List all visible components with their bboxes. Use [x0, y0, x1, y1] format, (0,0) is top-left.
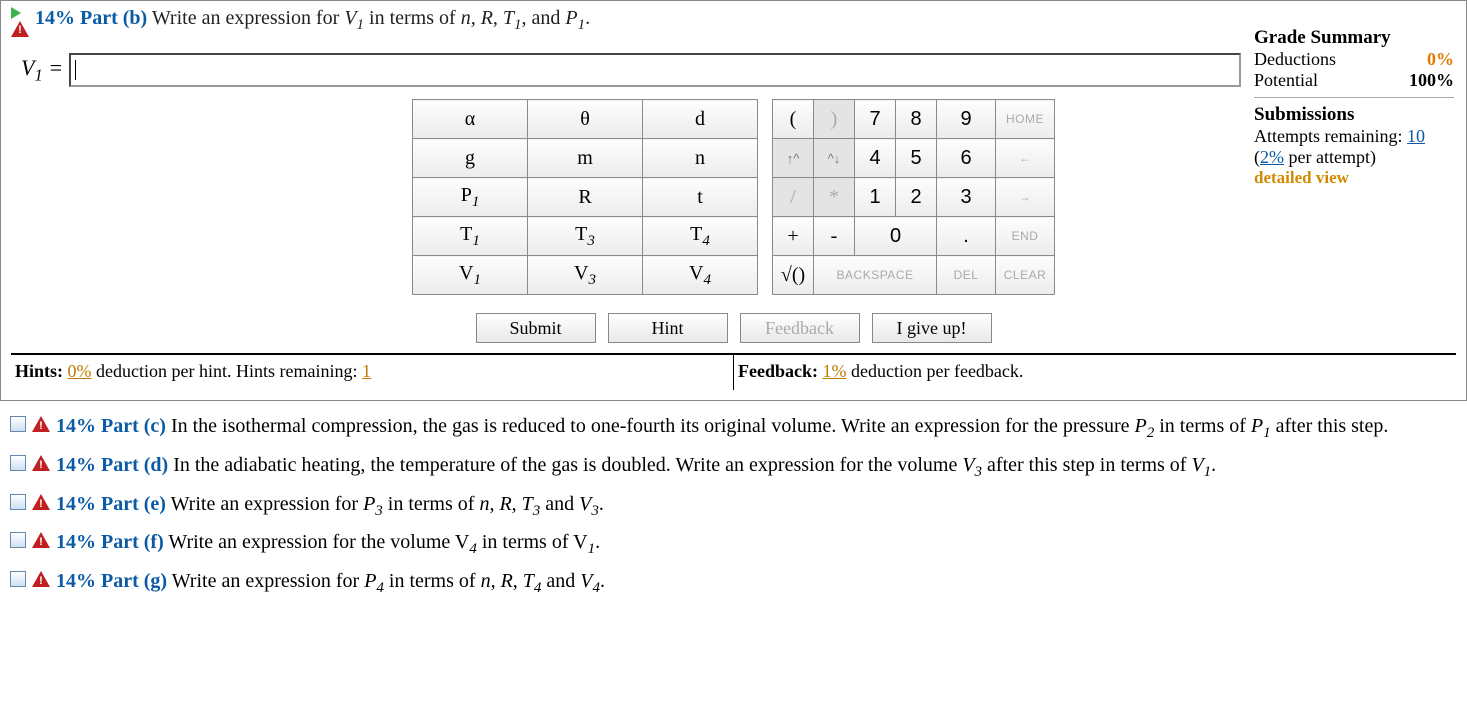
deductions-value: 0%: [1427, 49, 1454, 70]
key-v3[interactable]: V3: [528, 256, 643, 295]
part-g-text: Write an expression for P4 in terms of n…: [167, 570, 605, 592]
warning-icon: [11, 21, 29, 37]
deductions-label: Deductions: [1254, 49, 1336, 70]
key-g[interactable]: g: [413, 139, 528, 178]
part-d-row: 14% Part (d) In the adiabatic heating, t…: [10, 448, 1457, 487]
expand-icon[interactable]: [11, 7, 21, 19]
key-divide[interactable]: /: [773, 178, 814, 217]
warning-icon: [32, 571, 50, 587]
part-b-panel: 14% Part (b) Write an expression for V1 …: [0, 0, 1467, 401]
part-g-label: 14% Part (g): [56, 570, 167, 592]
key-power-down[interactable]: ^↓: [814, 139, 855, 178]
key-theta[interactable]: θ: [528, 100, 643, 139]
key-t3[interactable]: T3: [528, 217, 643, 256]
part-b-header: 14% Part (b) Write an expression for V1 …: [35, 7, 1456, 34]
key-n[interactable]: n: [643, 139, 758, 178]
key-sqrt[interactable]: √(): [773, 256, 814, 295]
warning-icon: [32, 416, 50, 432]
hint-button[interactable]: Hint: [608, 313, 728, 343]
feedback-label: Feedback:: [738, 361, 823, 381]
part-c-label: 14% Part (c): [56, 415, 166, 437]
key-2[interactable]: 2: [896, 178, 937, 217]
grade-summary-title: Grade Summary: [1254, 27, 1454, 49]
collapse-icon[interactable]: [10, 532, 26, 548]
key-del[interactable]: DEL: [937, 256, 996, 295]
key-v4[interactable]: V4: [643, 256, 758, 295]
key-rparen[interactable]: ): [814, 100, 855, 139]
key-4[interactable]: 4: [855, 139, 896, 178]
key-clear[interactable]: CLEAR: [996, 256, 1055, 295]
warning-icon: [32, 455, 50, 471]
part-g-row: 14% Part (g) Write an expression for P4 …: [10, 564, 1457, 603]
collapse-icon[interactable]: [10, 494, 26, 510]
key-R[interactable]: R: [528, 178, 643, 217]
hints-remaining-link[interactable]: 1: [362, 361, 371, 381]
hints-footer: Hints: 0% deduction per hint. Hints rema…: [11, 353, 1456, 390]
warning-icon: [32, 532, 50, 548]
part-d-text: In the adiabatic heating, the temperatur…: [168, 454, 1216, 476]
feedback-pct-link[interactable]: 1%: [823, 361, 847, 381]
key-plus[interactable]: +: [773, 217, 814, 256]
submit-button[interactable]: Submit: [476, 313, 596, 343]
key-power-up[interactable]: ↑^: [773, 139, 814, 178]
attempts-label: Attempts remaining:: [1254, 126, 1407, 146]
key-8[interactable]: 8: [896, 100, 937, 139]
key-5[interactable]: 5: [896, 139, 937, 178]
part-f-row: 14% Part (f) Write an expression for the…: [10, 525, 1457, 564]
warning-icon: [32, 494, 50, 510]
collapse-icon[interactable]: [10, 455, 26, 471]
variable-keypad: α θ d g m n P1 R t T1: [412, 99, 758, 295]
key-multiply[interactable]: *: [814, 178, 855, 217]
collapse-icon[interactable]: [10, 416, 26, 432]
key-t4[interactable]: T4: [643, 217, 758, 256]
part-e-label: 14% Part (e): [56, 493, 166, 515]
give-up-button[interactable]: I give up!: [872, 313, 992, 343]
key-9[interactable]: 9: [937, 100, 996, 139]
key-backspace[interactable]: BACKSPACE: [814, 256, 937, 295]
part-e-text: Write an expression for P3 in terms of n…: [166, 493, 604, 515]
part-c-text: In the isothermal compression, the gas i…: [166, 415, 1388, 437]
part-d-label: 14% Part (d): [56, 454, 168, 476]
key-1[interactable]: 1: [855, 178, 896, 217]
answer-input[interactable]: [69, 53, 1241, 87]
penalty-link[interactable]: 2%: [1260, 147, 1284, 167]
key-p1[interactable]: P1: [413, 178, 528, 217]
key-home[interactable]: HOME: [996, 100, 1055, 139]
key-minus[interactable]: -: [814, 217, 855, 256]
part-f-label: 14% Part (f): [56, 531, 164, 553]
key-0[interactable]: 0: [855, 217, 937, 256]
key-t1[interactable]: T1: [413, 217, 528, 256]
detailed-view-link[interactable]: detailed view: [1254, 168, 1454, 188]
key-right[interactable]: →: [996, 178, 1055, 217]
part-c-row: 14% Part (c) In the isothermal compressi…: [10, 409, 1457, 448]
potential-label: Potential: [1254, 70, 1318, 91]
part-b-text-pre: Write an expression for: [152, 7, 344, 29]
key-dot[interactable]: .: [937, 217, 996, 256]
feedback-button[interactable]: Feedback: [740, 313, 860, 343]
key-end[interactable]: END: [996, 217, 1055, 256]
key-7[interactable]: 7: [855, 100, 896, 139]
key-m[interactable]: m: [528, 139, 643, 178]
part-f-text: Write an expression for the volume V4 in…: [164, 531, 600, 553]
potential-value: 100%: [1409, 70, 1454, 91]
grade-panel: Grade Summary Deductions 0% Potential 10…: [1254, 27, 1454, 188]
key-v1[interactable]: V1: [413, 256, 528, 295]
key-3[interactable]: 3: [937, 178, 996, 217]
key-left[interactable]: ←: [996, 139, 1055, 178]
key-t[interactable]: t: [643, 178, 758, 217]
key-alpha[interactable]: α: [413, 100, 528, 139]
hints-pct-link[interactable]: 0%: [68, 361, 92, 381]
collapse-icon[interactable]: [10, 571, 26, 587]
hints-label: Hints:: [15, 361, 68, 381]
key-6[interactable]: 6: [937, 139, 996, 178]
part-e-row: 14% Part (e) Write an expression for P3 …: [10, 487, 1457, 526]
numeric-keypad: ( ) 7 8 9 HOME ↑^ ^↓ 4 5 6 ←: [772, 99, 1055, 295]
key-d[interactable]: d: [643, 100, 758, 139]
part-b-label: 14% Part (b): [35, 7, 147, 29]
submissions-title: Submissions: [1254, 104, 1454, 126]
key-lparen[interactable]: (: [773, 100, 814, 139]
text-cursor-icon: [75, 60, 76, 80]
attempts-remaining-link[interactable]: 10: [1407, 126, 1425, 146]
answer-lhs: V1 =: [21, 55, 63, 85]
